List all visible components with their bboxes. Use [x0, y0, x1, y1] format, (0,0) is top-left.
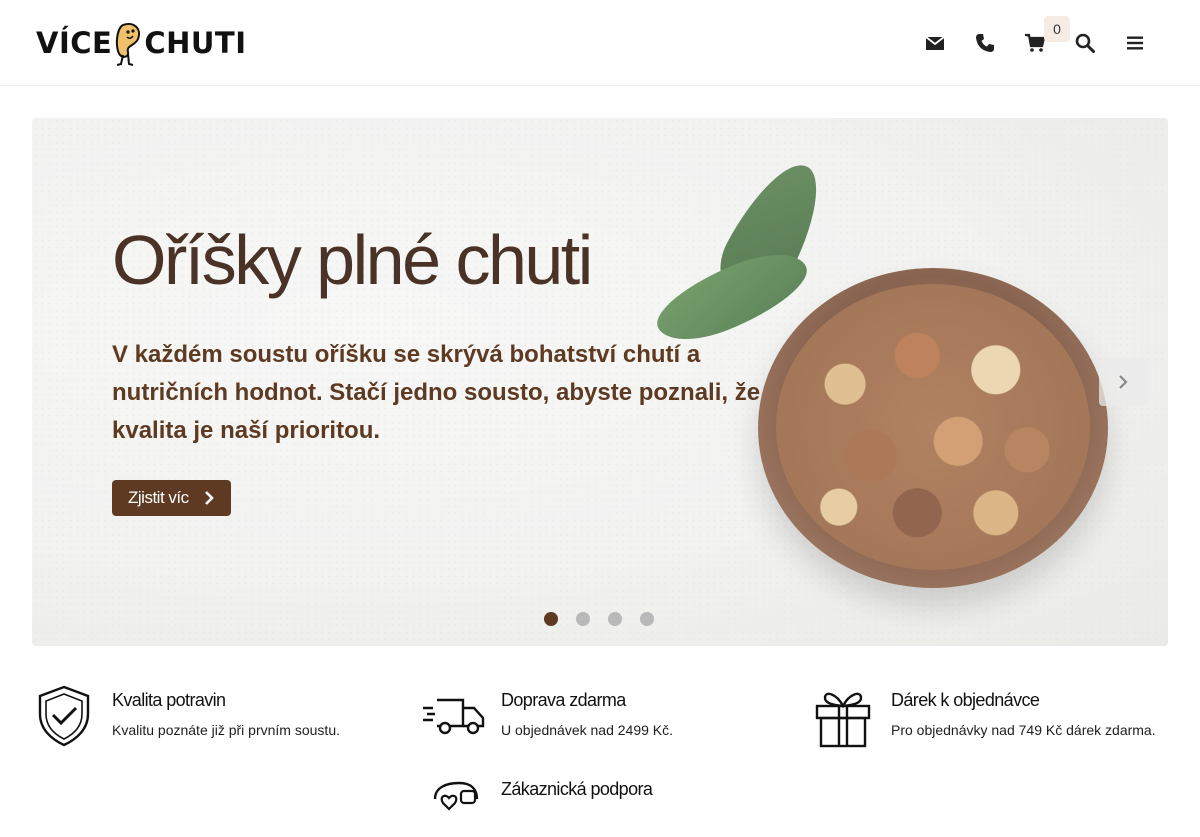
feature-title: Kvalita potravin	[112, 690, 226, 710]
feature-free-shipping: Doprava zdarma U objednávek nad 2499 Kč.	[421, 684, 673, 748]
feature-quality: Kvalita potravin Kvalitu poznáte již při…	[32, 684, 340, 748]
gift-icon	[815, 692, 871, 748]
feature-gift: Dárek k objednávce Pro objednávky nad 74…	[811, 684, 1156, 748]
slider-dots	[544, 612, 654, 626]
feature-title: Zákaznická podpora	[501, 779, 653, 799]
delivery-truck-icon	[423, 698, 485, 735]
hero-text: V každém soustu oříšku se skrývá bohatst…	[112, 341, 761, 444]
feature-title: Dárek k objednávce	[891, 690, 1040, 710]
header-actions: 0	[910, 16, 1160, 62]
chevron-right-icon	[204, 491, 214, 505]
support-icon	[433, 781, 479, 811]
search-button[interactable]	[1060, 24, 1110, 62]
feature-desc: U objednávek nad 2499 Kč.	[501, 722, 674, 738]
logo-text-left: VÍCE	[36, 26, 113, 60]
feature-desc: Pro objednávky nad 749 Kč dárek zdarma.	[891, 722, 1156, 738]
slide-dot[interactable]	[544, 612, 558, 626]
slide-dot[interactable]	[576, 612, 590, 626]
hero-slider: Oříšky plné chuti V každém soustu oříšku…	[32, 118, 1168, 646]
feature-title: Doprava zdarma	[501, 690, 626, 710]
envelope-icon	[925, 36, 945, 50]
cashew-mascot-icon	[116, 23, 141, 66]
slide-dot[interactable]	[608, 612, 622, 626]
learn-more-button[interactable]: Zjistit víc	[112, 480, 231, 516]
slide-dot[interactable]	[640, 612, 654, 626]
menu-icon	[1127, 36, 1143, 50]
logo[interactable]: VÍCE CHUTI	[36, 18, 247, 68]
site-header: VÍCE CHUTI 0	[0, 0, 1200, 86]
feature-support: Zákaznická podpora	[421, 773, 653, 837]
learn-more-label: Zjistit víc	[128, 488, 189, 507]
feature-desc: Kvalitu poznáte již při prvním soustu.	[112, 722, 340, 738]
phone-button[interactable]	[960, 24, 1010, 62]
hero-title: Oříšky plné chuti	[112, 221, 593, 299]
chevron-right-icon	[1119, 375, 1128, 389]
next-slide-button[interactable]	[1099, 358, 1147, 406]
logo-text-right: CHUTI	[144, 26, 247, 60]
cart-button[interactable]: 0	[1010, 16, 1070, 62]
shield-check-icon	[38, 685, 90, 747]
menu-button[interactable]	[1110, 24, 1160, 62]
email-button[interactable]	[910, 24, 960, 62]
phone-icon	[976, 34, 994, 52]
cart-icon	[1025, 33, 1045, 52]
search-icon	[1075, 33, 1095, 53]
